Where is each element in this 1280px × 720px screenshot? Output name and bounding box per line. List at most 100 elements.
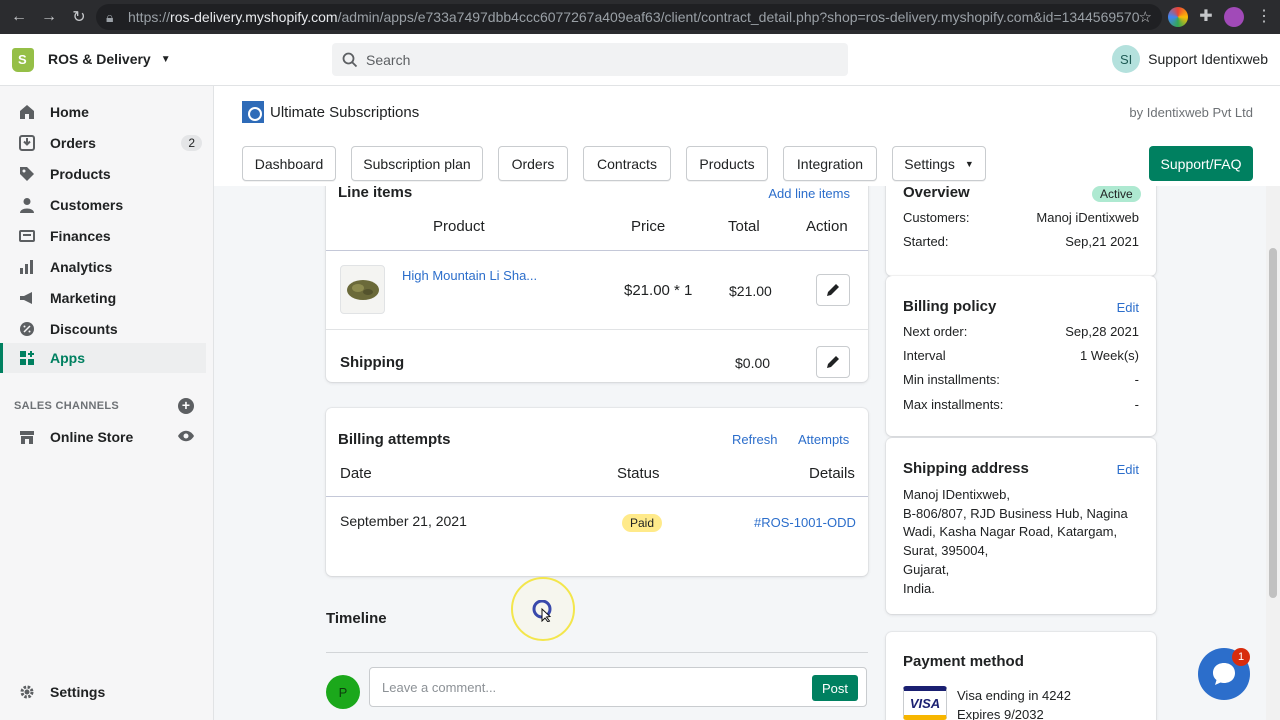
tab-integration[interactable]: Integration xyxy=(783,146,877,181)
shopify-logo-icon xyxy=(12,48,34,72)
timeline-title: Timeline xyxy=(326,610,387,627)
product-thumbnail[interactable] xyxy=(340,265,385,314)
finance-icon xyxy=(18,227,36,245)
sidebar-item-label: Orders xyxy=(50,135,96,151)
started-label: Started: xyxy=(903,234,949,249)
store-name: ROS & Delivery xyxy=(48,51,151,67)
chat-notification-badge: 1 xyxy=(1232,648,1250,666)
sidebar-item-analytics[interactable]: Analytics xyxy=(0,252,206,282)
sidebar-item-orders[interactable]: Orders 2 xyxy=(0,128,206,158)
tab-subscription-plan[interactable]: Subscription plan xyxy=(351,146,483,181)
edit-billing-policy-link[interactable]: Edit xyxy=(1117,300,1139,315)
search-input[interactable]: Search xyxy=(332,43,848,76)
bookmark-star-icon[interactable]: ☆ xyxy=(1139,8,1152,26)
sidebar-item-label: Home xyxy=(50,104,89,120)
edit-shipping-address-link[interactable]: Edit xyxy=(1117,462,1139,477)
bar-chart-icon xyxy=(18,258,36,276)
back-icon[interactable]: ← xyxy=(8,6,30,28)
attempts-link[interactable]: Attempts xyxy=(798,432,849,447)
discount-icon xyxy=(18,320,36,338)
shipping-value: $0.00 xyxy=(735,355,771,371)
chat-icon xyxy=(1213,663,1235,685)
avatar: SI xyxy=(1112,45,1141,73)
customers-label: Customers: xyxy=(903,210,970,225)
apps-icon xyxy=(18,349,36,367)
column-header-price: Price xyxy=(631,218,666,235)
order-details-link[interactable]: #ROS-1001-ODD xyxy=(754,515,856,530)
product-price: $21.00 * 1 xyxy=(624,282,693,299)
page-scrollbar[interactable] xyxy=(1266,186,1280,720)
address-bar[interactable]: 🔒︎ https://ros-delivery.myshopify.com/ad… xyxy=(96,4,1162,30)
comment-input[interactable]: Leave a comment... Post xyxy=(369,667,867,707)
orders-count-badge: 2 xyxy=(181,135,202,151)
tab-orders[interactable]: Orders xyxy=(498,146,568,181)
line-items-card: Line items Add line items Product Price … xyxy=(326,186,868,382)
started-value: Sep,21 2021 xyxy=(1065,234,1139,249)
shipping-address-title: Shipping address xyxy=(903,460,1029,477)
tab-settings-dropdown[interactable]: Settings ▼ xyxy=(892,146,986,181)
edit-shipping-button[interactable] xyxy=(816,346,850,378)
tab-dashboard[interactable]: Dashboard xyxy=(242,146,336,181)
app-title: Ultimate Subscriptions xyxy=(270,104,420,121)
column-header-details: Details xyxy=(809,465,855,482)
post-button[interactable]: Post xyxy=(812,675,858,701)
sidebar-item-apps[interactable]: Apps xyxy=(0,343,206,373)
column-header-total: Total xyxy=(728,218,760,235)
address-line: Wadi, Kasha Nagar Road, Katargam, xyxy=(903,524,1118,540)
min-installments-label: Min installments: xyxy=(903,372,1000,387)
address-line: Surat, 395004, xyxy=(903,543,989,559)
reload-icon[interactable]: ↻ xyxy=(68,6,90,28)
timeline-divider xyxy=(326,652,868,653)
payment-method-card: Payment method VISA Visa ending in 4242 … xyxy=(886,632,1156,720)
caret-down-icon: ▼ xyxy=(964,158,974,169)
sidebar-item-label: Discounts xyxy=(50,321,118,337)
sidebar-item-home[interactable]: Home xyxy=(0,97,206,127)
user-menu[interactable]: SI Support Identixweb xyxy=(1112,45,1268,73)
forward-icon[interactable]: → xyxy=(38,6,60,28)
sidebar-item-products[interactable]: Products xyxy=(0,159,206,189)
card-expiry: Expires 9/2032 xyxy=(957,707,1044,720)
sidebar-item-marketing[interactable]: Marketing xyxy=(0,283,206,313)
profile-avatar-icon[interactable] xyxy=(1224,7,1244,27)
sidebar-item-customers[interactable]: Customers xyxy=(0,190,206,220)
refresh-link[interactable]: Refresh xyxy=(732,432,778,447)
sidebar-item-label: Settings xyxy=(50,684,106,700)
url-scheme: https:// xyxy=(128,9,171,25)
pencil-icon xyxy=(827,284,839,296)
app-logo-icon xyxy=(242,101,264,123)
header-divider xyxy=(326,496,868,497)
tab-products[interactable]: Products xyxy=(686,146,768,181)
tab-contracts[interactable]: Contracts xyxy=(583,146,671,181)
sidebar-item-label: Analytics xyxy=(50,259,113,275)
sidebar-item-settings[interactable]: Settings xyxy=(0,677,206,707)
extension-icon[interactable] xyxy=(1168,7,1188,27)
gear-icon xyxy=(18,683,36,701)
column-header-date: Date xyxy=(340,465,372,482)
sidebar-item-label: Products xyxy=(50,166,111,182)
sidebar-item-label: Online Store xyxy=(50,429,134,445)
product-name-link[interactable]: High Mountain Li Sha... xyxy=(402,268,537,283)
address-block: Manoj IDentixweb, B-806/807, RJD Busines… xyxy=(903,486,1128,598)
status-badge: Active xyxy=(1092,186,1141,202)
billing-policy-title: Billing policy xyxy=(903,298,997,315)
app-developer: by Identixweb Pvt Ltd xyxy=(1129,105,1253,120)
menu-kebab-icon[interactable]: ⋮ xyxy=(1254,7,1274,27)
store-switcher[interactable]: ROS & Delivery ▼ xyxy=(48,51,171,67)
line-items-title: Line items xyxy=(338,186,413,201)
sidebar-item-finances[interactable]: Finances xyxy=(0,221,206,251)
add-channel-icon[interactable]: + xyxy=(178,398,194,414)
eye-icon[interactable] xyxy=(178,429,194,446)
add-line-items-link[interactable]: Add line items xyxy=(768,186,850,201)
person-icon xyxy=(18,196,36,214)
sidebar-item-discounts[interactable]: Discounts xyxy=(0,314,206,344)
scrollbar-thumb[interactable] xyxy=(1269,248,1277,598)
puzzle-icon[interactable]: ✚ xyxy=(1196,7,1216,27)
next-order-value: Sep,28 2021 xyxy=(1065,324,1139,339)
support-faq-button[interactable]: Support/FAQ xyxy=(1149,146,1253,181)
edit-line-item-button[interactable] xyxy=(816,274,850,306)
sidebar-item-online-store[interactable]: Online Store xyxy=(0,422,206,452)
visa-card-icon: VISA xyxy=(903,686,947,720)
payment-method-title: Payment method xyxy=(903,653,1024,670)
lock-icon: 🔒︎ xyxy=(106,8,114,25)
megaphone-icon xyxy=(18,289,36,307)
